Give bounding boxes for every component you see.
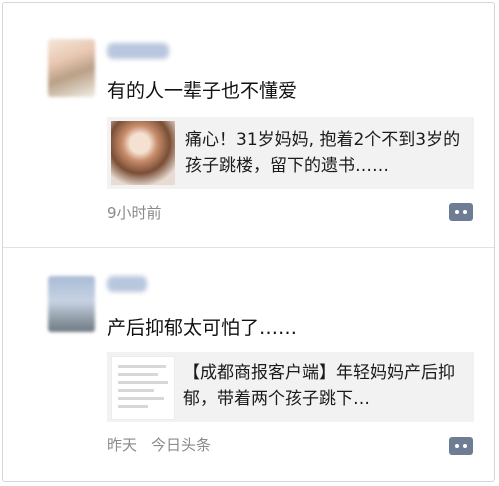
nickname-blurred[interactable] [107,43,169,59]
moment-post: 有的人一辈子也不懂爱 痛心！31岁妈妈, 抱着2个不到3岁的孩子跳楼，留下的遗书… [3,3,494,246]
comment-icon[interactable] [449,203,473,221]
post-text: 有的人一辈子也不懂爱 [107,80,298,102]
article-thumbnail [111,356,175,420]
post-source[interactable]: 今日头条 [151,436,211,454]
shared-article-card[interactable]: 痛心！31岁妈妈, 抱着2个不到3岁的孩子跳楼，留下的遗书…… [107,117,474,189]
comment-icon[interactable] [449,437,473,455]
moments-feed: 有的人一辈子也不懂爱 痛心！31岁妈妈, 抱着2个不到3岁的孩子跳楼，留下的遗书… [2,2,495,482]
post-meta: 9小时前 [107,202,162,223]
avatar[interactable] [48,39,95,97]
post-text: 产后抑郁太可怕了…… [107,317,298,339]
shared-article-card[interactable]: 【成都商报客户端】年轻妈妈产后抑郁，带着两个孩子跳下… [107,352,474,422]
post-time: 9小时前 [107,204,162,222]
avatar[interactable] [48,276,95,332]
post-meta: 昨天 今日头条 [107,434,211,455]
moment-post: 产后抑郁太可怕了…… 【成都商报客户端】年轻妈妈产后抑郁，带着两个孩子跳下… 昨… [3,250,494,486]
article-title: 【成都商报客户端】年轻妈妈产后抑郁，带着两个孩子跳下… [183,363,455,409]
post-time: 昨天 [107,436,138,454]
nickname-blurred[interactable] [107,276,147,292]
article-thumbnail [111,121,175,185]
post-divider [3,247,494,248]
article-title: 痛心！31岁妈妈, 抱着2个不到3岁的孩子跳楼，留下的遗书…… [185,130,461,176]
